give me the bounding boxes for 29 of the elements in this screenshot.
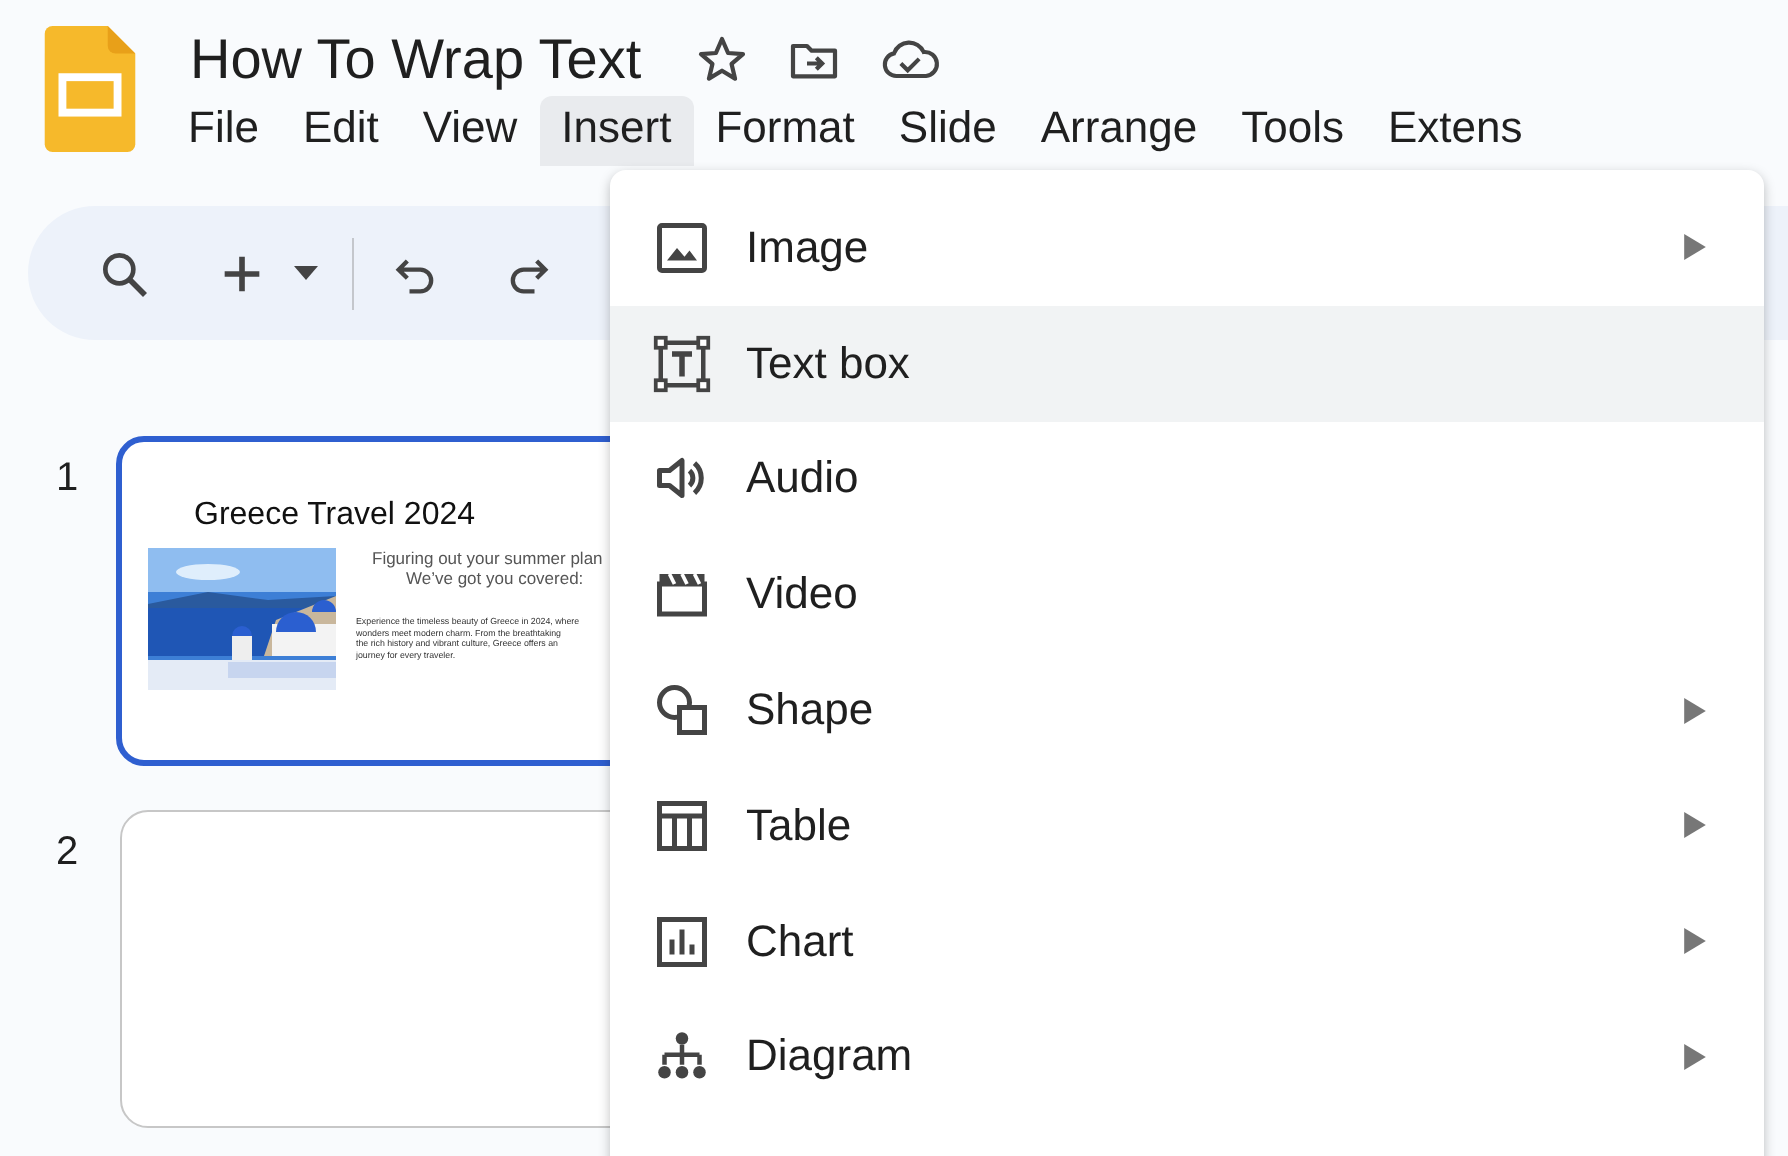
slide-subtitle: Figuring out your summer plan [372, 548, 603, 568]
menu-item[interactable]: Edit [280, 96, 401, 166]
image-icon [652, 217, 712, 278]
text-box-icon [652, 333, 712, 394]
menu-item[interactable]: Extens [1365, 96, 1545, 166]
menu-item[interactable]: Tools [1219, 96, 1366, 166]
bar-chart-icon [652, 911, 712, 972]
menu-item[interactable]: View [400, 96, 540, 166]
menu-item[interactable]: Video [610, 536, 1764, 653]
slide-subtitle: We’ve got you covered: [406, 568, 584, 588]
menu-item[interactable]: Image [610, 190, 1764, 306]
menu-item[interactable]: Arrange [1018, 96, 1220, 166]
menu-item[interactable]: Format [693, 96, 877, 166]
slide-number: 1 [56, 454, 81, 502]
slide-title: Greece Travel 2024 [194, 498, 476, 534]
shape-icon [652, 680, 712, 741]
menu-item[interactable]: Diagram [610, 999, 1764, 1115]
slide-number: 2 [56, 828, 81, 876]
menu-item[interactable]: Slide [876, 96, 1019, 166]
menu-item[interactable]: Shape [610, 652, 1764, 768]
menu-item[interactable]: Table [610, 767, 1764, 884]
table-icon [652, 795, 712, 856]
menu-item[interactable]: Chart [610, 883, 1764, 1000]
menu-item[interactable]: Audio [610, 421, 1764, 537]
caret-icon[interactable] [292, 265, 320, 281]
document-title[interactable]: How To Wrap Text [190, 28, 642, 92]
menu-item[interactable]: File [166, 96, 281, 166]
menu-item[interactable]: Insert [539, 96, 694, 166]
menu-item[interactable]: Text box [610, 305, 1764, 422]
